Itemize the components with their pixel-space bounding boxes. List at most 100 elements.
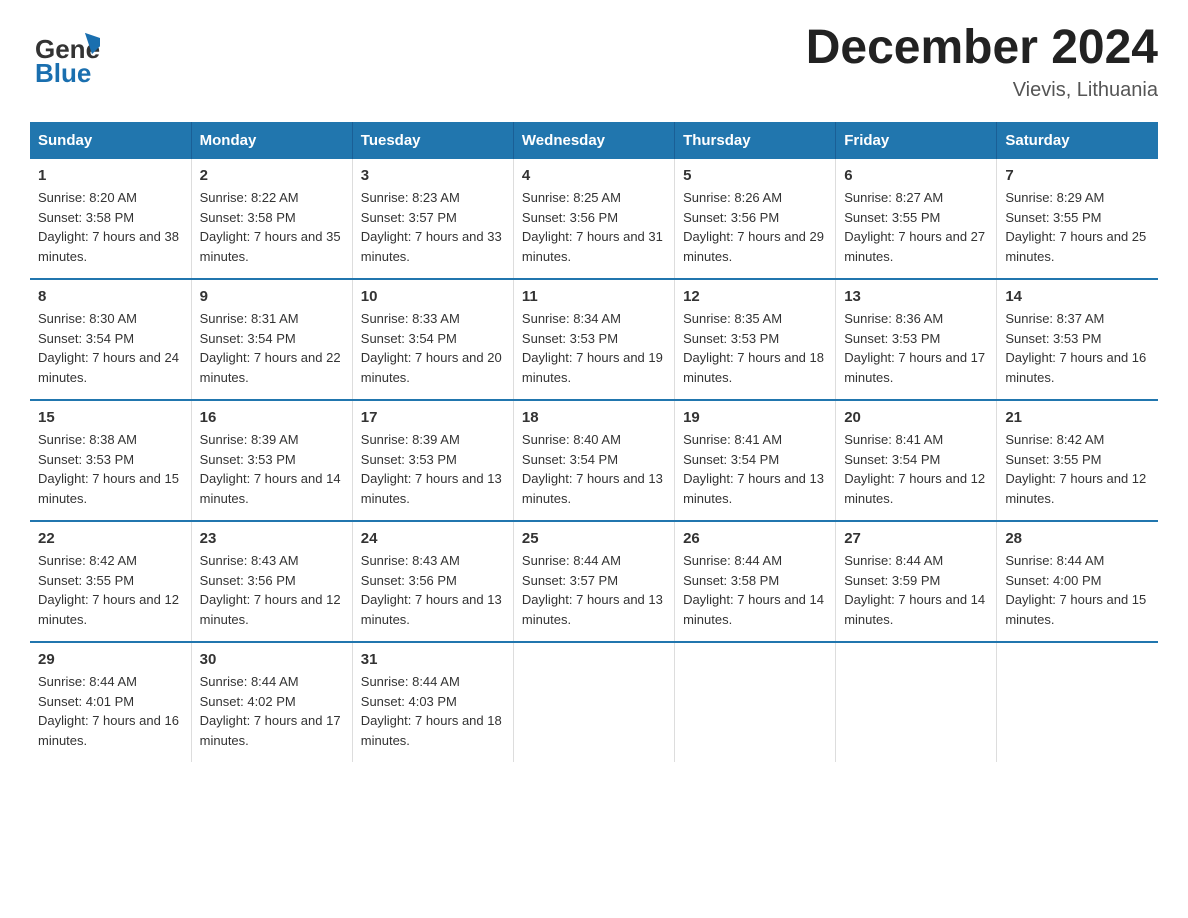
title-block: December 2024 Vievis, Lithuania bbox=[806, 20, 1158, 102]
logo-icon: General Blue bbox=[30, 20, 100, 90]
main-title: December 2024 bbox=[806, 20, 1158, 75]
calendar-cell: 12 Sunrise: 8:35 AMSunset: 3:53 PMDayligh… bbox=[675, 279, 836, 400]
day-number: 15 bbox=[38, 409, 183, 426]
day-info: Sunrise: 8:34 AMSunset: 3:53 PMDaylight:… bbox=[522, 309, 666, 387]
calendar-cell: 11Sunrise: 8:34 AMSunset: 3:53 PMDayligh… bbox=[513, 279, 674, 400]
day-info: Sunrise: 8:25 AMSunset: 3:56 PMDaylight:… bbox=[522, 188, 666, 266]
day-number: 26 bbox=[683, 530, 827, 547]
header-friday: Friday bbox=[836, 122, 997, 159]
day-info: Sunrise: 8:33 AMSunset: 3:54 PMDaylight:… bbox=[361, 309, 505, 387]
day-number: 21 bbox=[1005, 409, 1150, 426]
day-info: Sunrise: 8:36 AMSunset: 3:53 PMDaylight:… bbox=[844, 309, 988, 387]
day-number: 29 bbox=[38, 651, 183, 668]
calendar-cell: 7Sunrise: 8:29 AMSunset: 3:55 PMDaylight… bbox=[997, 159, 1158, 279]
day-info: Sunrise: 8:44 AMSunset: 4:03 PMDaylight:… bbox=[361, 672, 505, 750]
day-info: Sunrise: 8:31 AMSunset: 3:54 PMDaylight:… bbox=[200, 309, 344, 387]
day-info: Sunrise: 8:44 AMSunset: 4:00 PMDaylight:… bbox=[1005, 551, 1150, 629]
calendar-cell: 20 Sunrise: 8:41 AMSunset: 3:54 PMDayligh… bbox=[836, 400, 997, 521]
day-number: 31 bbox=[361, 651, 505, 668]
day-info: Sunrise: 8:43 AMSunset: 3:56 PMDaylight:… bbox=[200, 551, 344, 629]
day-number: 13 bbox=[844, 288, 988, 305]
calendar-cell: 29 Sunrise: 8:44 AMSunset: 4:01 PMDayligh… bbox=[30, 642, 191, 762]
day-number: 12 bbox=[683, 288, 827, 305]
page-header: General Blue December 2024 Vievis, Lithu… bbox=[30, 20, 1158, 102]
day-info: Sunrise: 8:42 AMSunset: 3:55 PMDaylight:… bbox=[38, 551, 183, 629]
calendar-cell: 8 Sunrise: 8:30 AMSunset: 3:54 PMDaylight… bbox=[30, 279, 191, 400]
day-info: Sunrise: 8:22 AMSunset: 3:58 PMDaylight:… bbox=[200, 188, 344, 266]
day-number: 25 bbox=[522, 530, 666, 547]
header-sunday: Sunday bbox=[30, 122, 191, 159]
header-wednesday: Wednesday bbox=[513, 122, 674, 159]
day-info: Sunrise: 8:23 AMSunset: 3:57 PMDaylight:… bbox=[361, 188, 505, 266]
day-number: 5 bbox=[683, 167, 827, 184]
calendar-cell: 9Sunrise: 8:31 AMSunset: 3:54 PMDaylight… bbox=[191, 279, 352, 400]
calendar-cell: 4 Sunrise: 8:25 AMSunset: 3:56 PMDaylight… bbox=[513, 159, 674, 279]
calendar-cell: 6Sunrise: 8:27 AMSunset: 3:55 PMDaylight… bbox=[836, 159, 997, 279]
calendar-cell: 31 Sunrise: 8:44 AMSunset: 4:03 PMDayligh… bbox=[352, 642, 513, 762]
day-info: Sunrise: 8:41 AMSunset: 3:54 PMDaylight:… bbox=[683, 430, 827, 508]
day-number: 22 bbox=[38, 530, 183, 547]
day-info: Sunrise: 8:30 AMSunset: 3:54 PMDaylight:… bbox=[38, 309, 183, 387]
calendar-cell: 15Sunrise: 8:38 AMSunset: 3:53 PMDayligh… bbox=[30, 400, 191, 521]
day-info: Sunrise: 8:41 AMSunset: 3:54 PMDaylight:… bbox=[844, 430, 988, 508]
day-info: Sunrise: 8:44 AMSunset: 3:58 PMDaylight:… bbox=[683, 551, 827, 629]
day-number: 8 bbox=[38, 288, 183, 305]
week-row-2: 8 Sunrise: 8:30 AMSunset: 3:54 PMDaylight… bbox=[30, 279, 1158, 400]
calendar-cell: 27Sunrise: 8:44 AMSunset: 3:59 PMDayligh… bbox=[836, 521, 997, 642]
calendar-cell bbox=[513, 642, 674, 762]
calendar-cell: 21Sunrise: 8:42 AMSunset: 3:55 PMDayligh… bbox=[997, 400, 1158, 521]
day-number: 20 bbox=[844, 409, 988, 426]
day-number: 17 bbox=[361, 409, 505, 426]
week-row-4: 22 Sunrise: 8:42 AMSunset: 3:55 PMDayligh… bbox=[30, 521, 1158, 642]
day-info: Sunrise: 8:20 AMSunset: 3:58 PMDaylight:… bbox=[38, 188, 183, 266]
calendar-cell: 10 Sunrise: 8:33 AMSunset: 3:54 PMDayligh… bbox=[352, 279, 513, 400]
day-info: Sunrise: 8:37 AMSunset: 3:53 PMDaylight:… bbox=[1005, 309, 1150, 387]
day-number: 4 bbox=[522, 167, 666, 184]
logo: General Blue bbox=[30, 20, 100, 90]
calendar-cell: 14 Sunrise: 8:37 AMSunset: 3:53 PMDayligh… bbox=[997, 279, 1158, 400]
day-info: Sunrise: 8:35 AMSunset: 3:53 PMDaylight:… bbox=[683, 309, 827, 387]
day-info: Sunrise: 8:44 AMSunset: 4:01 PMDaylight:… bbox=[38, 672, 183, 750]
day-number: 16 bbox=[200, 409, 344, 426]
day-info: Sunrise: 8:40 AMSunset: 3:54 PMDaylight:… bbox=[522, 430, 666, 508]
subtitle: Vievis, Lithuania bbox=[806, 79, 1158, 102]
day-number: 10 bbox=[361, 288, 505, 305]
header-monday: Monday bbox=[191, 122, 352, 159]
day-info: Sunrise: 8:39 AMSunset: 3:53 PMDaylight:… bbox=[200, 430, 344, 508]
calendar-cell: 5 Sunrise: 8:26 AMSunset: 3:56 PMDaylight… bbox=[675, 159, 836, 279]
calendar-table: SundayMondayTuesdayWednesdayThursdayFrid… bbox=[30, 122, 1158, 762]
day-info: Sunrise: 8:27 AMSunset: 3:55 PMDaylight:… bbox=[844, 188, 988, 266]
calendar-cell: 2Sunrise: 8:22 AMSunset: 3:58 PMDaylight… bbox=[191, 159, 352, 279]
calendar-cell: 16 Sunrise: 8:39 AMSunset: 3:53 PMDayligh… bbox=[191, 400, 352, 521]
day-number: 7 bbox=[1005, 167, 1150, 184]
calendar-cell: 13 Sunrise: 8:36 AMSunset: 3:53 PMDayligh… bbox=[836, 279, 997, 400]
header-saturday: Saturday bbox=[997, 122, 1158, 159]
calendar-cell: 22 Sunrise: 8:42 AMSunset: 3:55 PMDayligh… bbox=[30, 521, 191, 642]
calendar-header-row: SundayMondayTuesdayWednesdayThursdayFrid… bbox=[30, 122, 1158, 159]
day-info: Sunrise: 8:44 AMSunset: 3:59 PMDaylight:… bbox=[844, 551, 988, 629]
day-info: Sunrise: 8:26 AMSunset: 3:56 PMDaylight:… bbox=[683, 188, 827, 266]
calendar-cell: 1 Sunrise: 8:20 AMSunset: 3:58 PMDaylight… bbox=[30, 159, 191, 279]
calendar-cell bbox=[675, 642, 836, 762]
day-info: Sunrise: 8:39 AMSunset: 3:53 PMDaylight:… bbox=[361, 430, 505, 508]
day-number: 23 bbox=[200, 530, 344, 547]
calendar-cell: 19Sunrise: 8:41 AMSunset: 3:54 PMDayligh… bbox=[675, 400, 836, 521]
day-number: 1 bbox=[38, 167, 183, 184]
day-number: 18 bbox=[522, 409, 666, 426]
header-tuesday: Tuesday bbox=[352, 122, 513, 159]
day-info: Sunrise: 8:43 AMSunset: 3:56 PMDaylight:… bbox=[361, 551, 505, 629]
calendar-cell: 23 Sunrise: 8:43 AMSunset: 3:56 PMDayligh… bbox=[191, 521, 352, 642]
week-row-1: 1 Sunrise: 8:20 AMSunset: 3:58 PMDaylight… bbox=[30, 159, 1158, 279]
calendar-cell: 18 Sunrise: 8:40 AMSunset: 3:54 PMDayligh… bbox=[513, 400, 674, 521]
day-number: 14 bbox=[1005, 288, 1150, 305]
week-row-5: 29 Sunrise: 8:44 AMSunset: 4:01 PMDayligh… bbox=[30, 642, 1158, 762]
calendar-cell: 28Sunrise: 8:44 AMSunset: 4:00 PMDayligh… bbox=[997, 521, 1158, 642]
day-number: 3 bbox=[361, 167, 505, 184]
svg-text:Blue: Blue bbox=[35, 58, 91, 88]
day-number: 24 bbox=[361, 530, 505, 547]
calendar-cell: 17 Sunrise: 8:39 AMSunset: 3:53 PMDayligh… bbox=[352, 400, 513, 521]
day-info: Sunrise: 8:44 AMSunset: 4:02 PMDaylight:… bbox=[200, 672, 344, 750]
calendar-cell: 24 Sunrise: 8:43 AMSunset: 3:56 PMDayligh… bbox=[352, 521, 513, 642]
header-thursday: Thursday bbox=[675, 122, 836, 159]
calendar-cell: 3 Sunrise: 8:23 AMSunset: 3:57 PMDaylight… bbox=[352, 159, 513, 279]
